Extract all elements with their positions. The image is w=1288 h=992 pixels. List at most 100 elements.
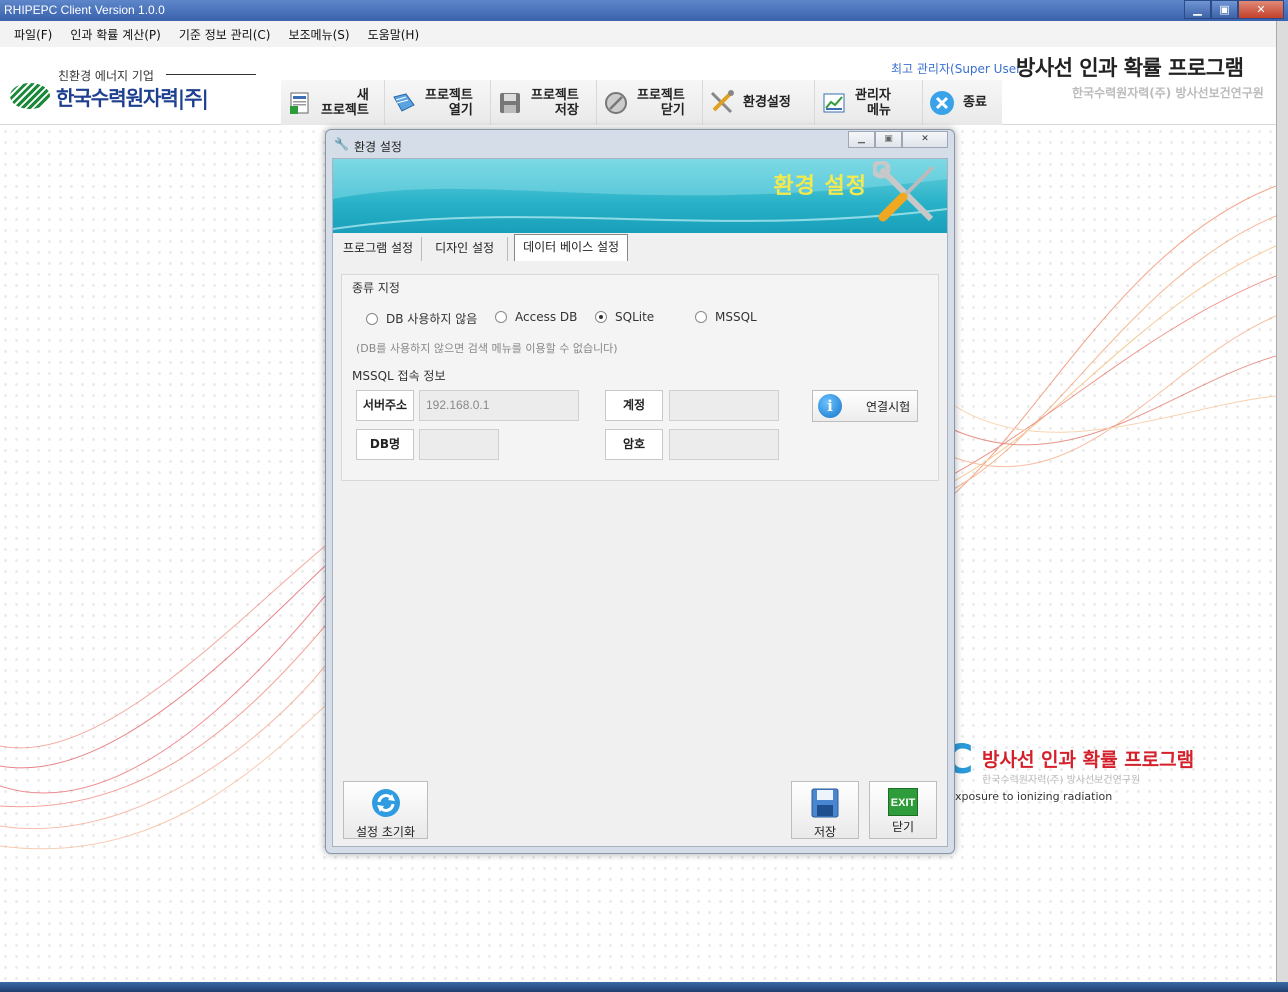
db-type-label: 종류 지정 xyxy=(352,281,400,295)
close-project-icon xyxy=(603,90,629,116)
logo-divider xyxy=(166,74,256,75)
open-project-button[interactable]: 프로젝트 열기 xyxy=(385,80,491,125)
dialog-minimize-button[interactable]: ▁ xyxy=(848,131,875,148)
menu-auxiliary[interactable]: 보조메뉴(S) xyxy=(279,26,358,43)
app-header: 친환경 에너지 기업 한국수력원자력|주| 새 프로젝트 프로젝트 열기 프로젝트 저… xyxy=(0,47,1276,125)
save-project-icon xyxy=(497,90,523,116)
settings-dialog: 🔧 환경 설정 ▁ ▣ ✕ 환경 설정 프로그램 설정 디자인 설정 데이터 베… xyxy=(325,129,955,854)
tab-design-settings[interactable]: 디자인 설정 xyxy=(422,237,509,261)
admin-menu-label-1: 관리자 xyxy=(855,87,891,103)
radio-dot-selected xyxy=(595,311,607,323)
main-toolbar: 새 프로젝트 프로젝트 열기 프로젝트 저장 프로젝트 닫기 환경설정 관리자 … xyxy=(281,80,1002,125)
minimize-button[interactable]: ▁ xyxy=(1184,0,1211,19)
radio-sqlite[interactable]: SQLite xyxy=(595,310,654,324)
close-project-label-2: 닫기 xyxy=(660,102,685,118)
new-project-label-1: 새 xyxy=(356,87,369,103)
menu-help[interactable]: 도움말(H) xyxy=(359,26,429,43)
radio-sqlite-label: SQLite xyxy=(615,310,655,324)
server-address-input[interactable]: 192.168.0.1 xyxy=(419,390,579,421)
maximize-button[interactable]: ▣ xyxy=(1211,0,1238,19)
admin-menu-button[interactable]: 관리자 메뉴 xyxy=(815,80,923,125)
account-input[interactable] xyxy=(669,390,779,421)
dialog-title: 환경 설정 xyxy=(354,140,402,154)
reset-settings-button[interactable]: 설정 초기화 xyxy=(343,781,428,839)
menu-file[interactable]: 파일(F) xyxy=(0,26,61,43)
new-project-button[interactable]: 새 프로젝트 xyxy=(281,80,385,125)
exit-x-icon xyxy=(929,90,955,116)
refresh-icon xyxy=(371,789,400,817)
tab-program-settings[interactable]: 프로그램 설정 xyxy=(335,237,423,261)
program-org: 한국수력원자력(주) 방사선보건연구원 xyxy=(1072,86,1264,100)
open-project-icon xyxy=(391,90,417,116)
settings-tools-icon xyxy=(709,89,735,116)
open-project-label-1: 프로젝트 xyxy=(425,87,473,103)
save-disk-icon xyxy=(811,788,839,818)
current-user: 최고 관리자(Super User xyxy=(891,62,1022,76)
server-address-label: 서버주소 xyxy=(356,390,414,421)
close-project-button[interactable]: 프로젝트 닫기 xyxy=(597,80,703,125)
info-icon: i xyxy=(818,394,842,418)
settings-button[interactable]: 환경설정 xyxy=(703,80,815,125)
radio-mssql[interactable]: MSSQL xyxy=(695,310,757,324)
company-name: 한국수력원자력|주| xyxy=(56,86,209,110)
menu-bar: 파일(F) 인과 확률 계산(P) 기준 정보 관리(C) 보조메뉴(S) 도움… xyxy=(0,21,1276,47)
program-title: 방사선 인과 확률 프로그램 xyxy=(1016,56,1244,80)
radio-dot xyxy=(366,312,378,325)
close-project-label-1: 프로젝트 xyxy=(637,87,685,103)
company-logo-icon xyxy=(10,83,50,109)
reset-settings-label: 설정 초기화 xyxy=(355,825,415,839)
radio-access-db-label: Access DB xyxy=(515,310,578,324)
menu-causal-probability[interactable]: 인과 확률 계산(P) xyxy=(61,26,169,43)
save-project-button[interactable]: 프로젝트 저장 xyxy=(491,80,597,125)
connection-test-label: 연결시험 xyxy=(866,399,911,414)
password-input[interactable] xyxy=(669,429,779,460)
radio-dot xyxy=(695,311,707,323)
close-dialog-button[interactable]: EXIT 닫기 xyxy=(869,781,937,839)
bg-program-org: 한국수력원자력(주) 방사선보건연구원 xyxy=(982,775,1141,786)
database-settings-panel: 종류 지정 DB 사용하지 않음 Access DB SQLite MSSQL … xyxy=(341,274,939,481)
dialog-body: 환경 설정 프로그램 설정 디자인 설정 데이터 베이스 설정 종류 지정 DB… xyxy=(332,158,948,847)
db-hint: (DB를 사용하지 않으면 검색 메뉴를 이용할 수 없습니다) xyxy=(356,342,618,355)
new-project-label-2: 프로젝트 xyxy=(321,102,369,118)
close-window-button[interactable]: ✕ xyxy=(1238,0,1284,19)
radio-no-db-label: DB 사용하지 않음 xyxy=(386,312,478,326)
save-project-label-2: 저장 xyxy=(554,102,579,118)
db-name-label: DB명 xyxy=(356,429,414,460)
exit-app-button[interactable]: 종료 xyxy=(923,80,1002,125)
dialog-controls: ▁ ▣ ✕ xyxy=(848,131,948,148)
banner-title: 환경 설정 xyxy=(773,174,867,199)
radio-access-db[interactable]: Access DB xyxy=(495,310,577,324)
new-project-icon xyxy=(287,90,313,116)
mssql-section-label: MSSQL 접속 정보 xyxy=(352,369,446,383)
os-taskbar xyxy=(0,982,1288,992)
window-title: RHIPEPC Client Version 1.0.0 xyxy=(4,3,165,17)
admin-chart-icon xyxy=(821,90,847,116)
window-controls: ▁ ▣ ✕ xyxy=(1184,0,1284,19)
banner-tools-icon xyxy=(873,161,935,222)
bg-program-title: 방사선 인과 확률 프로그램 xyxy=(982,749,1195,771)
settings-label: 환경설정 xyxy=(743,95,791,110)
settings-tabs: 프로그램 설정 디자인 설정 데이터 베이스 설정 xyxy=(335,233,629,261)
account-label: 계정 xyxy=(605,390,663,421)
close-label: 닫기 xyxy=(891,820,915,834)
bg-english-caption: xposure to ionizing radiation xyxy=(955,790,1113,803)
connection-test-button[interactable]: i 연결시험 xyxy=(812,390,918,422)
window-right-edge xyxy=(1276,21,1288,992)
dialog-maximize-button[interactable]: ▣ xyxy=(875,131,902,148)
radio-mssql-label: MSSQL xyxy=(715,310,757,324)
tab-database-settings[interactable]: 데이터 베이스 설정 xyxy=(514,234,629,261)
save-button[interactable]: 저장 xyxy=(791,781,859,839)
menu-reference-data[interactable]: 기준 정보 관리(C) xyxy=(170,26,280,43)
dialog-close-button[interactable]: ✕ xyxy=(902,131,948,148)
wrench-icon: 🔧 xyxy=(334,137,349,151)
radio-no-db[interactable]: DB 사용하지 않음 xyxy=(366,310,477,327)
save-project-label-1: 프로젝트 xyxy=(531,87,579,103)
settings-banner: 환경 설정 xyxy=(333,159,947,233)
db-name-input[interactable] xyxy=(419,429,499,460)
window-title-bar: RHIPEPC Client Version 1.0.0 ▁ ▣ ✕ xyxy=(0,0,1288,21)
admin-menu-label-2: 메뉴 xyxy=(866,102,891,118)
password-label: 암호 xyxy=(605,429,663,460)
save-label: 저장 xyxy=(813,825,837,839)
open-project-label-2: 열기 xyxy=(448,102,473,118)
radio-dot xyxy=(495,311,507,323)
